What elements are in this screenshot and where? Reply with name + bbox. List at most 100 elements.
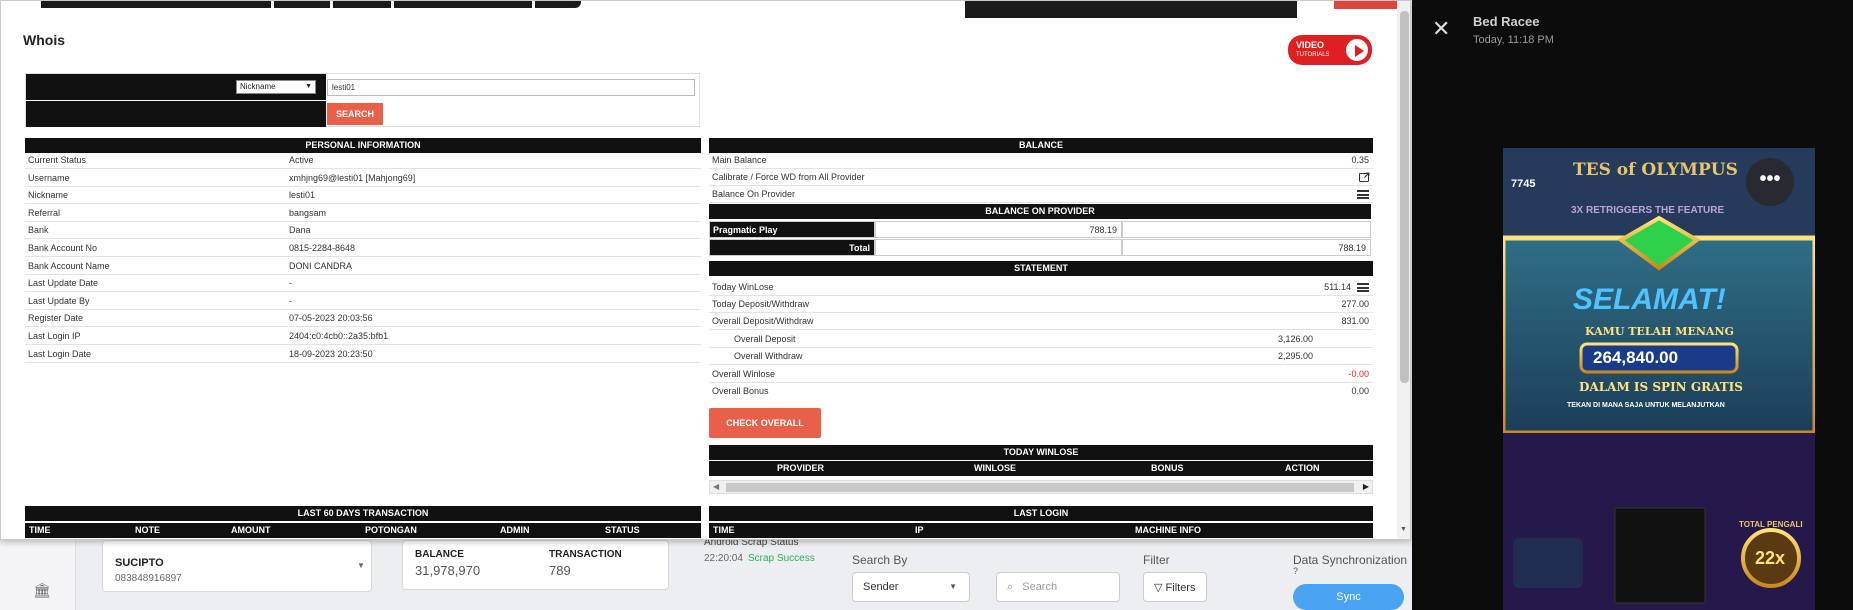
scroll-left-icon[interactable]: ◀ xyxy=(713,482,719,491)
main-balance-row: Main Balance 0.35 xyxy=(709,152,1373,169)
personal-info-key: Bank Account Name xyxy=(28,261,110,271)
personal-info-key: Current Status xyxy=(28,155,87,165)
balance-label: BALANCE xyxy=(415,549,464,560)
personal-info-row: Last Update Date - xyxy=(25,275,701,292)
col-winlose: WINLOSE xyxy=(974,463,1016,473)
search-type-select[interactable]: Nickname ▼ xyxy=(236,80,316,94)
col-amount: AMOUNT xyxy=(231,525,271,535)
overall-dw-row: Overall Deposit/Withdraw 831.00 xyxy=(709,313,1373,330)
game-screenshot[interactable]: 7745 TES of OLYMPUS 3X RETRIGGERS THE FE… xyxy=(1503,148,1815,610)
user-name: SUCIPTO xyxy=(115,557,164,569)
tutorials-label: TUTORIALS xyxy=(1296,52,1330,58)
personal-info-value: 07-05-2023 20:03:56 xyxy=(289,313,373,323)
scroll-thumb[interactable] xyxy=(726,483,1354,492)
col-bonus: BONUS xyxy=(1151,463,1184,473)
help-icon[interactable]: ? xyxy=(1293,566,1298,576)
viewer-time: Today, 11:18 PM xyxy=(1473,34,1554,46)
personal-info-row: Register Date 07-05-2023 20:03:56 xyxy=(25,310,701,327)
media-viewer: ✕ Bed Racee Today, 11:18 PM 7745 TES of … xyxy=(1412,0,1853,610)
personal-info-value: DONI CANDRA xyxy=(289,261,353,271)
scroll-right-icon[interactable]: ▶ xyxy=(1363,482,1369,491)
filters-button[interactable]: ▽ Filters xyxy=(1143,572,1207,602)
col-admin: ADMIN xyxy=(500,525,530,535)
search-placeholder: Search xyxy=(1022,581,1058,593)
game-artwork xyxy=(1503,148,1815,610)
last-login-columns: TIME IP MACHINE INFO xyxy=(709,523,1373,538)
top-bar-segment xyxy=(394,1,532,8)
user-select[interactable]: SUCIPTO 083848916897 ▼ xyxy=(102,540,372,592)
check-overall-button[interactable]: CHECK OVERALL xyxy=(709,408,821,438)
col-provider: PROVIDER xyxy=(777,463,825,473)
search-value-input[interactable]: lesti01 xyxy=(327,79,695,96)
more-options-button[interactable]: ••• xyxy=(1746,158,1794,206)
main-balance-label: Main Balance xyxy=(712,155,767,165)
balance-value: 31,978,970 xyxy=(415,563,481,578)
overall-bonus-row: Overall Bonus 0.00 xyxy=(709,383,1373,400)
chevron-down-icon: ▼ xyxy=(949,582,957,591)
horizontal-scrollbar[interactable]: ◀ ▶ xyxy=(709,480,1373,494)
personal-info-row: Last Login Date 18-09-2023 20:23:50 xyxy=(25,346,701,363)
search-by-select[interactable]: Sender ▼ xyxy=(852,572,970,602)
search-button[interactable]: SEARCH xyxy=(327,103,383,125)
search-by-value: Sender xyxy=(863,581,899,593)
col-action: ACTION xyxy=(1285,463,1320,473)
today-dw-value: 277.00 xyxy=(1341,299,1369,309)
list-icon[interactable] xyxy=(1357,279,1369,296)
overall-dw-label: Overall Deposit/Withdraw xyxy=(712,316,814,326)
whois-search-form: Nickname ▼ lesti01 SEARCH xyxy=(25,73,700,127)
provider-name: Pragmatic Play xyxy=(709,221,875,238)
overall-deposit-label: Overall Deposit xyxy=(734,334,796,344)
total-label: Total xyxy=(709,239,875,256)
viewer-title: Bed Racee xyxy=(1473,14,1540,29)
search-input[interactable]: ⌕ Search xyxy=(996,572,1120,602)
balance-on-provider-row: Balance On Provider xyxy=(709,186,1373,203)
personal-info-value: lesti01 xyxy=(289,190,316,200)
personal-info-key: Last Login IP xyxy=(28,331,81,341)
overall-winlose-label: Overall Winlose xyxy=(712,369,776,379)
today-dw-label: Today Deposit/Withdraw xyxy=(712,299,810,309)
list-icon[interactable] xyxy=(1357,186,1369,203)
close-icon[interactable]: ✕ xyxy=(1432,16,1450,42)
overall-bonus-value: 0.00 xyxy=(1351,386,1369,396)
modal-title: Whois xyxy=(23,32,65,48)
last-login-header: LAST LOGIN xyxy=(709,506,1373,521)
top-bar-segment xyxy=(535,1,581,8)
top-bar-segment xyxy=(41,1,271,8)
vertical-scrollbar[interactable]: ▼ xyxy=(1397,1,1410,539)
last-60-days-columns: TIME NOTE AMOUNT POTONGAN ADMIN STATUS xyxy=(25,523,701,538)
total-multiplier-label: TOTAL PENGALI xyxy=(1739,520,1803,529)
personal-info-value: - xyxy=(289,296,292,306)
personal-info-key: Last Login Date xyxy=(28,349,92,359)
video-label: VIDEO xyxy=(1296,40,1325,50)
total-empty-cell xyxy=(875,239,1122,256)
personal-info-row: Username xmhjng69@lesti01 [Mahjong69] xyxy=(25,170,701,187)
sync-button[interactable]: Sync xyxy=(1293,584,1404,610)
won-text: KAMU TELAH MENANG xyxy=(1585,325,1734,338)
personal-info-value: - xyxy=(289,278,292,288)
personal-info-key: Bank Account No xyxy=(28,243,98,253)
video-tutorials-button[interactable]: VIDEO TUTORIALS xyxy=(1288,35,1372,65)
search-icon: ⌕ xyxy=(1007,581,1014,593)
personal-info-key: Username xyxy=(28,173,70,183)
whois-modal: Whois VIDEO TUTORIALS Nickname ▼ lesti01… xyxy=(0,0,1411,540)
scroll-down-icon[interactable]: ▼ xyxy=(1400,526,1407,533)
col-potongan: POTONGAN xyxy=(365,525,417,535)
provider-value: 788.19 xyxy=(875,221,1122,238)
filter-icon: ▽ xyxy=(1154,582,1163,594)
personal-info-value: 2404:c0:4cb0::2a35:bfb1 xyxy=(289,331,389,341)
top-bar-segment xyxy=(965,1,1297,18)
search-type-value: Nickname xyxy=(240,82,276,91)
today-winlose-value: 511.14 xyxy=(1324,282,1351,292)
share-icon[interactable] xyxy=(1359,167,1371,186)
bank-icon[interactable]: 🏛 xyxy=(33,582,51,599)
chevron-down-icon: ▼ xyxy=(305,83,312,90)
game-title: TES of OLYMPUS xyxy=(1573,160,1738,180)
filters-button-label: Filters xyxy=(1165,582,1196,594)
personal-info-key: Nickname xyxy=(28,190,69,200)
transaction-value: 789 xyxy=(549,563,571,578)
scroll-thumb[interactable] xyxy=(1400,11,1409,383)
personal-info-key: Last Update By xyxy=(28,296,90,306)
overall-dw-value: 831.00 xyxy=(1341,316,1369,326)
free-spin-text: DALAM IS SPIN GRATIS xyxy=(1579,380,1743,394)
balance-header: BALANCE xyxy=(709,138,1373,153)
